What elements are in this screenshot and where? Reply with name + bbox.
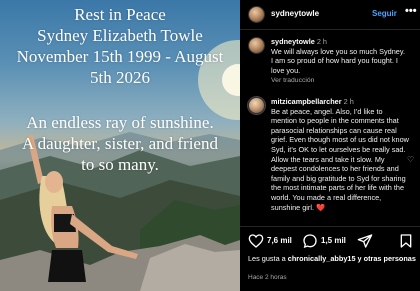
photo-title-text: Rest in Peace Sydney Elizabeth Towle Nov… [0,4,240,88]
avatar[interactable] [248,97,265,114]
liked-by-prefix: Les gusta a [248,254,288,263]
comment-time: 2 h [316,37,327,46]
body-line: A daughter, sister, and friend [22,134,218,153]
comment-body: Be at peace, angel. Also, I’d like to me… [271,106,409,212]
avatar[interactable] [248,37,265,54]
liked-by-suffix[interactable]: y otras personas [356,254,416,263]
photo-body-text: An endless ray of sunshine. A daughter, … [0,112,240,175]
likes-count[interactable]: 7,6 mil [267,236,292,245]
comments-panel: sydneytowle Seguir ••• sydneytowle 2 h W… [240,0,420,291]
header-username[interactable]: sydneytowle [271,9,319,18]
body-line: An endless ray of sunshine. [26,113,214,132]
liked-by-user[interactable]: chronically_abby15 [288,254,356,263]
title-line: Sydney Elizabeth Towle [37,26,203,45]
post-actions: 7,6 mil 1,5 mil [240,226,420,254]
title-line: 5th 2026 [90,68,150,87]
more-options-icon[interactable]: ••• [405,5,417,17]
post-header: sydneytowle Seguir ••• [240,0,420,30]
post-timestamp: Hace 2 horas [248,274,287,281]
comment-body: We will always love you so much Sydney. … [271,46,405,75]
comment-icon[interactable] [302,233,318,249]
title-line: November 15th 1999 - August [16,47,224,66]
title-line: Rest in Peace [74,5,166,24]
comment-text: sydneytowle 2 h We will always love you … [271,37,409,86]
body-line: to so many. [81,155,159,174]
comment-text: mitzicampbellarcher 2 h Be at peace, ang… [271,97,409,212]
like-comment-icon[interactable]: ♡ [407,155,414,164]
liked-by-text: Les gusta a chronically_abby15 y otras p… [248,254,416,264]
comment-time: 2 h [343,97,354,106]
comment-username[interactable]: sydneytowle [271,37,315,46]
follow-button[interactable]: Seguir [372,9,397,18]
like-icon[interactable] [248,233,264,249]
comment-username[interactable]: mitzicampbellarcher [271,97,342,106]
share-icon[interactable] [357,233,373,249]
avatar[interactable] [248,6,265,23]
see-translation-link[interactable]: Ver traducción [271,76,409,86]
comments-count[interactable]: 1,5 mil [321,236,346,245]
save-bookmark-icon[interactable] [398,233,414,249]
post-photo[interactable]: Rest in Peace Sydney Elizabeth Towle Nov… [0,0,240,291]
